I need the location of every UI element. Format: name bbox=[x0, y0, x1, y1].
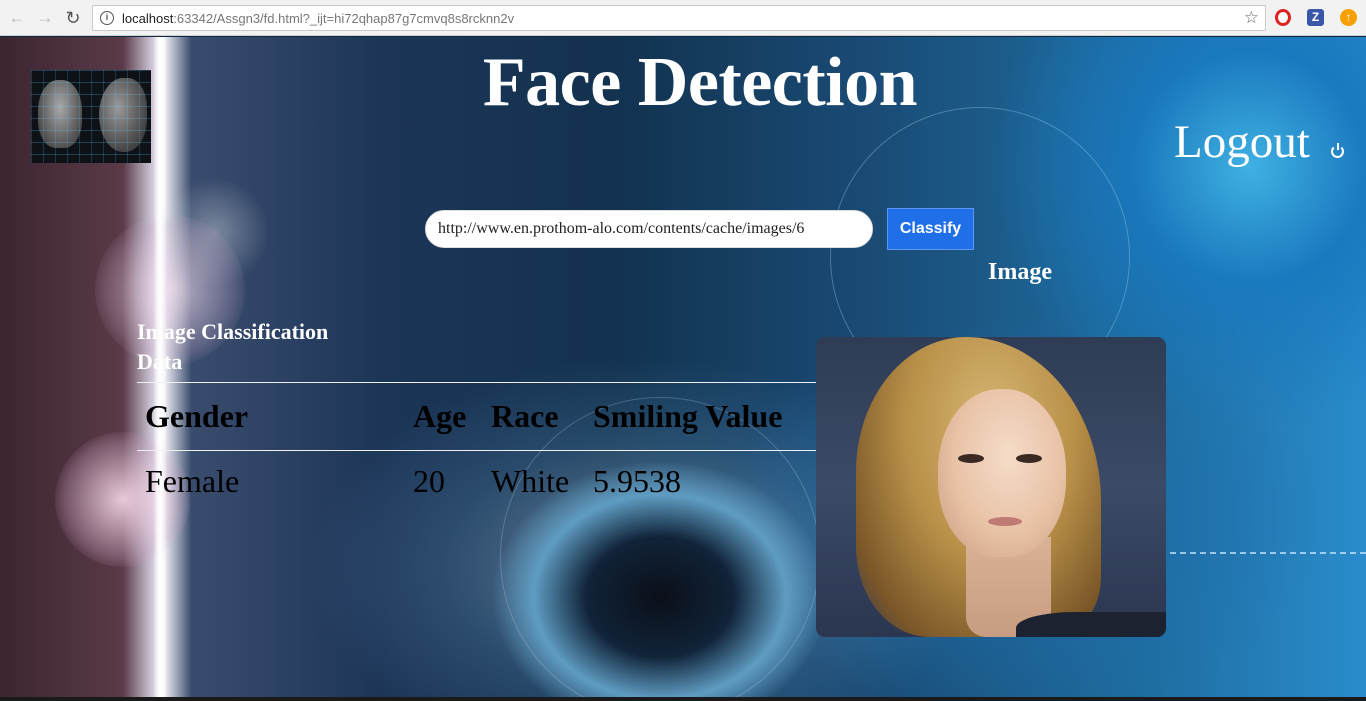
column-header-gender: Gender bbox=[145, 398, 249, 434]
url-host: localhost bbox=[122, 11, 174, 26]
logo-mesh-overlay bbox=[31, 70, 151, 163]
cell-smiling-value: 5.9538 bbox=[593, 463, 681, 499]
bottom-edge bbox=[0, 697, 1366, 701]
classification-heading: Image Classification Data bbox=[137, 319, 329, 374]
photo-lips bbox=[988, 517, 1022, 526]
classified-face-image bbox=[816, 337, 1166, 637]
reload-icon[interactable]: ↻ bbox=[63, 8, 83, 28]
cell-race: White bbox=[491, 463, 570, 499]
table-header-row: Gender Age Race Smiling Value bbox=[137, 382, 816, 451]
forward-arrow-icon[interactable]: → bbox=[35, 8, 55, 28]
classification-table: Gender Age Race Smiling Value Female 20 … bbox=[137, 382, 816, 512]
cell-gender: Female bbox=[145, 463, 240, 499]
z-extension-icon[interactable]: Z bbox=[1307, 9, 1324, 26]
power-icon[interactable] bbox=[1331, 143, 1344, 158]
url-path: :63342/Assgn3/fd.html?_ijt=hi72qhap87g7c… bbox=[173, 11, 515, 26]
column-header-smiling-value: Smiling Value bbox=[593, 398, 783, 434]
cell-age: 20 bbox=[413, 463, 445, 499]
page-background: Face Detection Logout Classify Image Ima… bbox=[0, 37, 1366, 699]
face-detection-logo bbox=[31, 70, 151, 163]
photo-shoulder bbox=[1016, 612, 1166, 637]
decorative-dashed-line bbox=[1160, 552, 1366, 554]
page-title: Face Detection bbox=[482, 44, 918, 121]
upload-extension-icon[interactable]: ↑ bbox=[1340, 9, 1357, 26]
photo-face bbox=[938, 389, 1066, 557]
back-arrow-icon[interactable]: ← bbox=[7, 8, 27, 28]
image-url-input[interactable] bbox=[425, 210, 873, 248]
column-header-race: Race bbox=[491, 398, 559, 434]
photo-eye bbox=[1016, 454, 1042, 463]
classify-button[interactable]: Classify bbox=[887, 208, 974, 250]
browser-toolbar: ← → ↻ i localhost:63342/Assgn3/fd.html?_… bbox=[0, 0, 1366, 36]
bookmark-star-icon[interactable]: ☆ bbox=[1244, 8, 1259, 28]
address-bar-url[interactable]: localhost:63342/Assgn3/fd.html?_ijt=hi72… bbox=[122, 11, 514, 26]
info-icon[interactable]: i bbox=[100, 11, 114, 25]
column-header-age: Age bbox=[413, 398, 467, 434]
address-bar[interactable]: i localhost:63342/Assgn3/fd.html?_ijt=hi… bbox=[92, 5, 1266, 31]
image-heading: Image bbox=[988, 259, 1052, 285]
logout-link[interactable]: Logout bbox=[1174, 115, 1310, 169]
opera-extension-icon[interactable] bbox=[1275, 9, 1291, 26]
photo-eye bbox=[958, 454, 984, 463]
table-row: Female 20 White 5.9538 bbox=[137, 451, 816, 513]
